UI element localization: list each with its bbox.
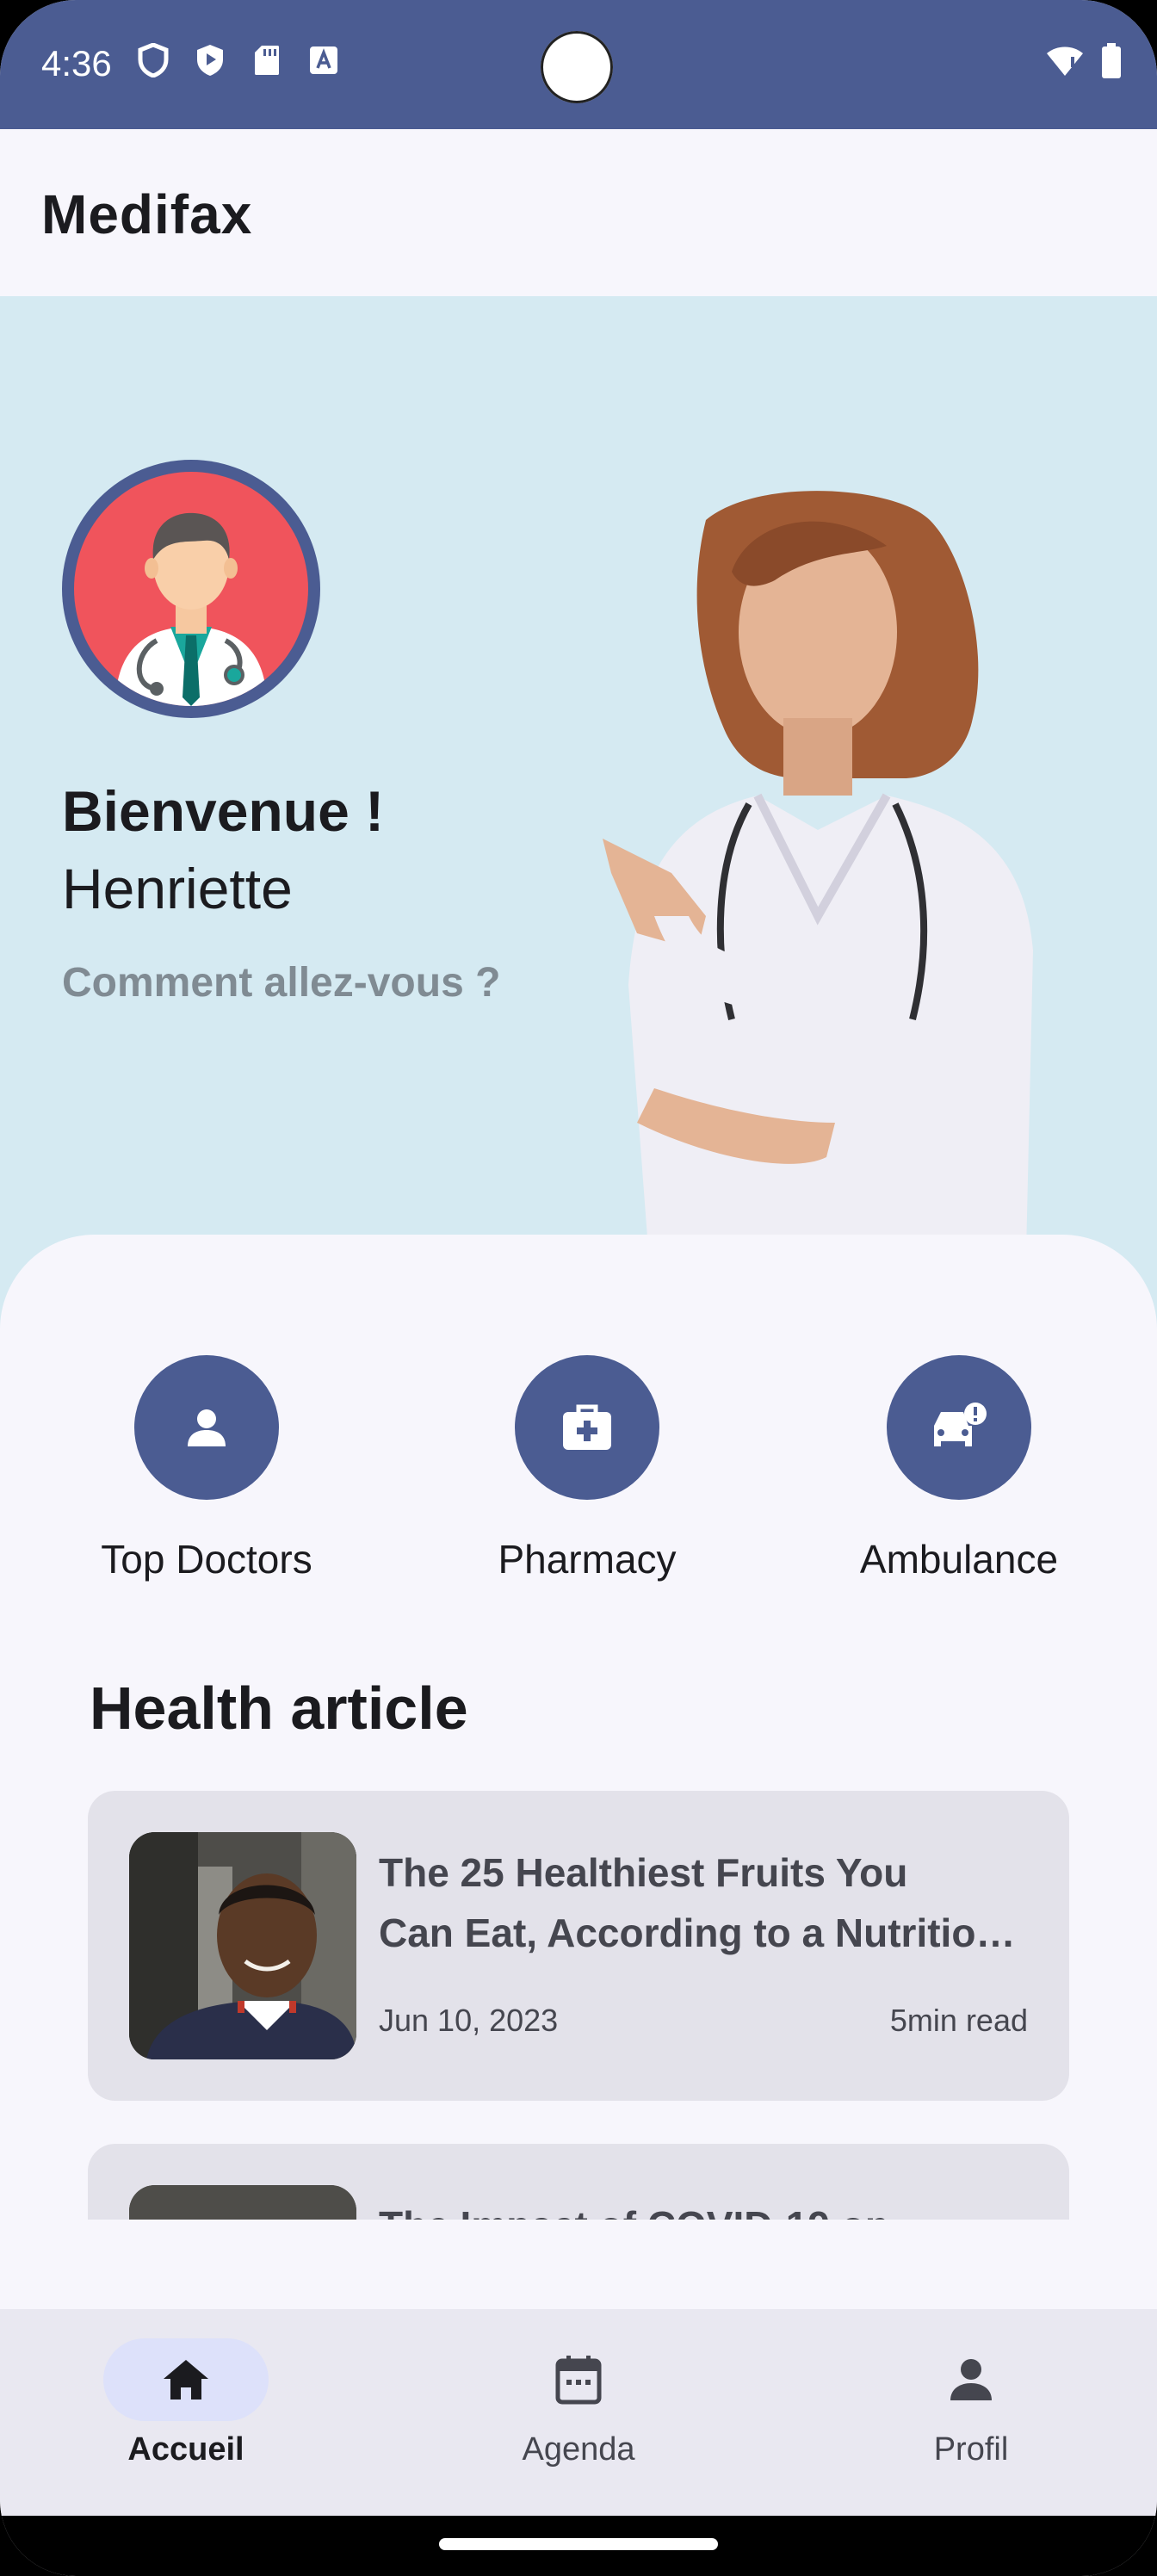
article-read-time: 5min read: [889, 2003, 1028, 2038]
greeting-question: Comment allez-vous ?: [62, 960, 501, 1006]
health-article-heading: Health article: [90, 1675, 468, 1742]
nav-accueil[interactable]: Accueil: [57, 2338, 315, 2468]
nav-profil[interactable]: Profil: [842, 2338, 1100, 2468]
article-title-line1: The 25 Healthiest Fruits You: [379, 1850, 908, 1895]
article-title: The 25 Healthiest Fruits You Can Eat, Ac…: [379, 1842, 1033, 1963]
status-icons-left: [136, 43, 341, 77]
sd-card-icon: [250, 43, 284, 77]
front-camera: [541, 31, 613, 103]
article-list[interactable]: The 25 Healthiest Fruits You Can Eat, Ac…: [88, 1791, 1069, 2220]
person-icon: [134, 1355, 279, 1500]
medical-kit-icon: [515, 1355, 659, 1500]
car-alert-icon: [887, 1355, 1031, 1500]
content-sheet: Top Doctors Pharmacy Ambulance Health ar…: [0, 1235, 1157, 2313]
nav-label-profil: Profil: [933, 2431, 1009, 2468]
article-thumbnail: [129, 1832, 356, 2059]
article-card[interactable]: The Impact of COVID-19 on: [88, 2144, 1069, 2220]
doctor-avatar-illustration: [74, 472, 308, 706]
welcome-heading: Bienvenue !: [62, 779, 385, 843]
ambulance-action[interactable]: Ambulance: [830, 1235, 1088, 1582]
play-protect-icon: [193, 43, 227, 77]
pharmacy-label: Pharmacy: [498, 1537, 677, 1582]
accessibility-a-icon: [306, 43, 341, 77]
article-title-line1: The Impact of COVID-19 on: [379, 2195, 1033, 2220]
nav-label-agenda: Agenda: [522, 2431, 635, 2468]
wifi-icon: [1045, 43, 1085, 84]
battery-icon: [1100, 43, 1123, 84]
phone-screen: 4:36 Medifax Bienvenue ! Henriette Comme…: [0, 0, 1157, 2576]
status-icons-right: [1045, 43, 1123, 84]
status-bar: 4:36: [0, 0, 1157, 129]
article-title: The Impact of COVID-19 on: [379, 2195, 1033, 2220]
top-doctors-label: Top Doctors: [101, 1537, 312, 1582]
article-title-line2: Can Eat, According to a Nutritionist: [379, 1910, 1033, 1955]
app-title: Medifax: [41, 183, 253, 245]
nurse-photo: [603, 491, 1033, 1329]
nav-label-accueil: Accueil: [127, 2431, 244, 2468]
shield-outline-icon: [136, 43, 170, 77]
calendar-icon: [496, 2338, 661, 2421]
doctor-avatar[interactable]: [62, 460, 320, 718]
status-time: 4:36: [41, 43, 112, 84]
article-date: Jun 10, 2023: [379, 2003, 559, 2038]
home-gesture-bar[interactable]: [439, 2538, 718, 2550]
bottom-navigation: Accueil Agenda Profil: [0, 2309, 1157, 2516]
user-name: Henriette: [62, 857, 293, 920]
person-icon: [888, 2338, 1054, 2421]
ambulance-label: Ambulance: [859, 1537, 1059, 1582]
home-icon: [103, 2338, 269, 2421]
nav-agenda[interactable]: Agenda: [449, 2338, 708, 2468]
pharmacy-action[interactable]: Pharmacy: [458, 1235, 716, 1582]
app-bar: Medifax: [0, 129, 1157, 296]
hero-banner: Bienvenue ! Henriette Comment allez-vous…: [0, 296, 1157, 1329]
top-doctors-action[interactable]: Top Doctors: [77, 1235, 336, 1582]
gesture-navigation-area: [0, 2516, 1157, 2576]
article-card[interactable]: The 25 Healthiest Fruits You Can Eat, Ac…: [88, 1791, 1069, 2101]
article-thumbnail: [129, 2185, 356, 2220]
